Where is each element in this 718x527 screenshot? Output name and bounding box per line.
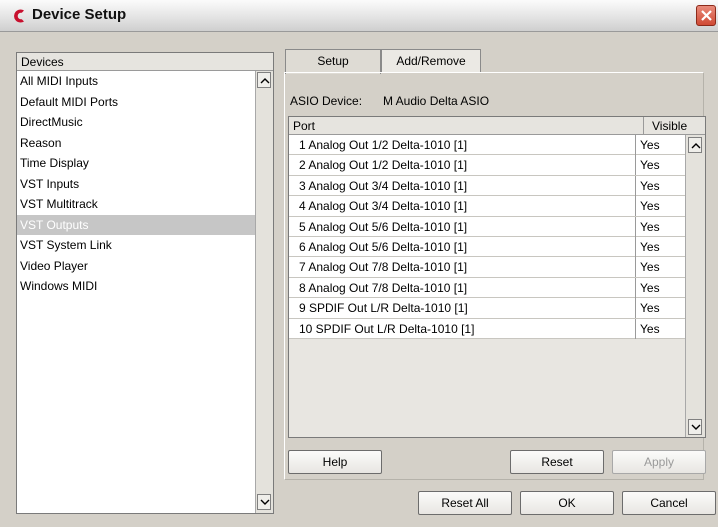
device-item[interactable]: Windows MIDI [17,276,255,297]
devices-scroll-down-button[interactable] [257,494,271,510]
port-table: Port Visible 1 Analog Out 1/2 Delta-1010… [288,116,706,438]
apply-button[interactable]: Apply [612,450,706,474]
port-name: 4 Analog Out 3/4 Delta-1010 [1] [299,199,468,214]
window-title: Device Setup [32,6,127,23]
asio-device-label: ASIO Device: [290,94,363,108]
port-name: 1 Analog Out 1/2 Delta-1010 [1] [299,138,468,152]
port-visible-value[interactable]: Yes [635,175,685,196]
port-row[interactable]: 4 Analog Out 3/4 Delta-1010 [1] Yes [289,196,685,217]
tab-setup[interactable]: Setup [285,49,381,74]
close-button[interactable] [696,5,716,26]
port-name: 2 Analog Out 1/2 Delta-1010 [1] [299,158,468,173]
cancel-button[interactable]: Cancel [622,491,716,515]
title-bar[interactable]: Device Setup [0,0,718,32]
port-table-header: Port Visible [289,117,705,135]
close-icon [701,10,712,21]
cubase-logo-icon [14,9,24,23]
reset-button[interactable]: Reset [510,450,604,474]
port-row[interactable]: 3 Analog Out 3/4 Delta-1010 [1] Yes [289,175,685,197]
port-visible-value[interactable]: Yes [635,216,685,237]
device-setup-window: Device Setup Devices All MIDI Inputs Defa… [0,0,718,527]
port-row[interactable]: 5 Analog Out 5/6 Delta-1010 [1] Yes [289,216,685,237]
port-row[interactable]: 6 Analog Out 5/6 Delta-1010 [1] Yes [289,236,685,258]
column-header-visible[interactable]: Visible [643,117,691,135]
port-name: 10 SPDIF Out L/R Delta-1010 [1] [299,321,475,336]
device-item[interactable]: Reason [17,133,255,154]
devices-scroll-up-button[interactable] [257,72,271,88]
reset-all-button[interactable]: Reset All [418,491,512,515]
port-visible-value[interactable]: Yes [635,196,685,217]
port-name: 8 Analog Out 7/8 Delta-1010 [1] [299,280,468,295]
port-row[interactable]: 8 Analog Out 7/8 Delta-1010 [1] Yes [289,277,685,299]
port-visible-value[interactable]: Yes [635,155,685,176]
port-table-scrollbar[interactable] [685,135,705,437]
device-item[interactable]: Default MIDI Ports [17,92,255,113]
port-name: 5 Analog Out 5/6 Delta-1010 [1] [299,219,468,234]
port-name: 9 SPDIF Out L/R Delta-1010 [1] [299,301,468,316]
tab-add-remove[interactable]: Add/Remove [381,49,481,73]
port-visible-value[interactable]: Yes [635,135,685,155]
port-visible-value[interactable]: Yes [635,257,685,278]
port-scroll-up-button[interactable] [688,137,702,153]
arrow-up-icon [691,143,701,149]
device-item[interactable]: VST Outputs [17,214,255,235]
tab-add-remove-label: Add/Remove [396,54,466,68]
port-row[interactable]: 1 Analog Out 1/2 Delta-1010 [1] Yes [289,135,685,156]
port-row[interactable]: 7 Analog Out 7/8 Delta-1010 [1] Yes [289,257,685,278]
ok-button[interactable]: OK [520,491,614,515]
device-item[interactable]: All MIDI Inputs [17,71,255,92]
port-name: 3 Analog Out 3/4 Delta-1010 [1] [299,178,468,193]
devices-list: All MIDI Inputs Default MIDI Ports DirectM… [17,71,255,297]
port-name: 7 Analog Out 7/8 Delta-1010 [1] [299,260,468,275]
port-row[interactable]: 9 SPDIF Out L/R Delta-1010 [1] Yes [289,298,685,319]
asio-device-value: M Audio Delta ASIO [383,94,490,108]
port-name: 6 Analog Out 5/6 Delta-1010 [1] [299,239,468,254]
device-item[interactable]: VST System Link [17,235,255,256]
port-row[interactable]: 2 Analog Out 1/2 Delta-1010 [1] Yes [289,155,685,176]
devices-list-panel: Devices All MIDI Inputs Default MIDI Port… [16,52,274,514]
device-item[interactable]: VST Multitrack [17,194,255,215]
port-visible-value[interactable]: Yes [635,298,685,319]
device-item[interactable]: DirectMusic [17,112,255,133]
devices-header[interactable]: Devices [17,53,273,71]
arrow-up-icon [260,78,270,84]
arrow-down-icon [691,424,701,430]
port-visible-value[interactable]: Yes [635,318,685,339]
device-item[interactable]: Time Display [17,153,255,174]
port-scroll-down-button[interactable] [688,419,702,435]
column-header-port[interactable]: Port [293,119,315,133]
devices-scrollbar[interactable] [255,71,273,513]
port-visible-value[interactable]: Yes [635,236,685,257]
device-item[interactable]: VST Inputs [17,174,255,195]
help-button[interactable]: Help [288,450,382,474]
port-visible-value[interactable]: Yes [635,277,685,298]
device-item[interactable]: Video Player [17,256,255,277]
port-rows: 1 Analog Out 1/2 Delta-1010 [1] Yes 2 Anal… [289,135,685,339]
tab-setup-label: Setup [317,54,349,68]
port-row[interactable]: 10 SPDIF Out L/R Delta-1010 [1] Yes [289,318,685,339]
arrow-down-icon [260,499,270,505]
